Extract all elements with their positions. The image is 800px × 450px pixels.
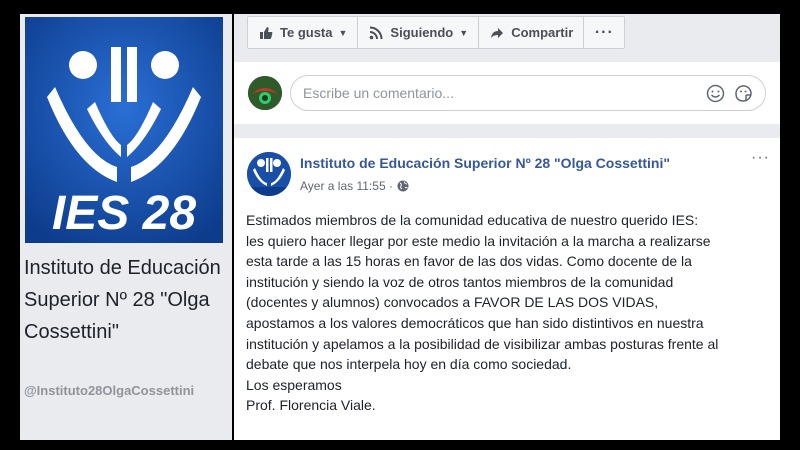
share-arrow-icon <box>489 25 505 41</box>
comment-input[interactable]: Escribe un comentario... <box>290 75 766 111</box>
like-button[interactable]: Te gusta ▼ <box>248 17 359 48</box>
post-author-name[interactable]: Instituto de Educación Superior Nº 28 "O… <box>300 155 670 171</box>
globe-icon <box>397 180 409 192</box>
page-logo[interactable]: IES 28 <box>25 17 223 243</box>
follow-button[interactable]: Siguiendo ▼ <box>358 17 480 48</box>
share-button-label: Compartir <box>511 25 574 40</box>
chevron-down-icon: ▼ <box>459 27 469 38</box>
feed-column: Te gusta ▼ Siguiendo ▼ Compartir ··· Esc… <box>234 14 780 440</box>
page-action-bar: Te gusta ▼ Siguiendo ▼ Compartir ··· <box>247 16 626 49</box>
sticker-icon[interactable] <box>734 84 753 103</box>
comment-composer: Escribe un comentario... <box>234 62 780 124</box>
user-avatar[interactable] <box>248 76 282 110</box>
follow-button-label: Siguiendo <box>390 25 454 40</box>
post-author-avatar[interactable] <box>247 152 291 196</box>
post-timestamp[interactable]: Ayer a las 11:55 · <box>300 179 393 193</box>
comment-placeholder: Escribe un comentario... <box>303 85 454 101</box>
page-handle[interactable]: @Instituto28OlgaCossettini <box>24 382 230 400</box>
rss-icon <box>368 25 384 41</box>
emoji-icon[interactable] <box>706 84 725 103</box>
like-button-label: Te gusta <box>280 25 333 40</box>
share-button[interactable]: Compartir <box>479 17 585 48</box>
logo-text: IES 28 <box>52 187 196 240</box>
page-profile-column: IES 28 Instituto de Educación Superior N… <box>20 14 232 440</box>
page-title[interactable]: Instituto de Educación Superior Nº 28 "O… <box>24 252 230 348</box>
post-body-text: Estimados miembros de la comunidad educa… <box>246 212 719 414</box>
more-options-button[interactable]: ··· <box>584 17 624 48</box>
chevron-down-icon: ▼ <box>338 27 348 38</box>
ies-logo-image: IES 28 <box>25 17 223 243</box>
post-options-button[interactable]: ··· <box>751 149 770 167</box>
post-meta: Ayer a las 11:55 · <box>300 179 409 193</box>
post-card: Instituto de Educación Superior Nº 28 "O… <box>234 138 780 440</box>
thumbs-up-icon <box>258 25 274 41</box>
